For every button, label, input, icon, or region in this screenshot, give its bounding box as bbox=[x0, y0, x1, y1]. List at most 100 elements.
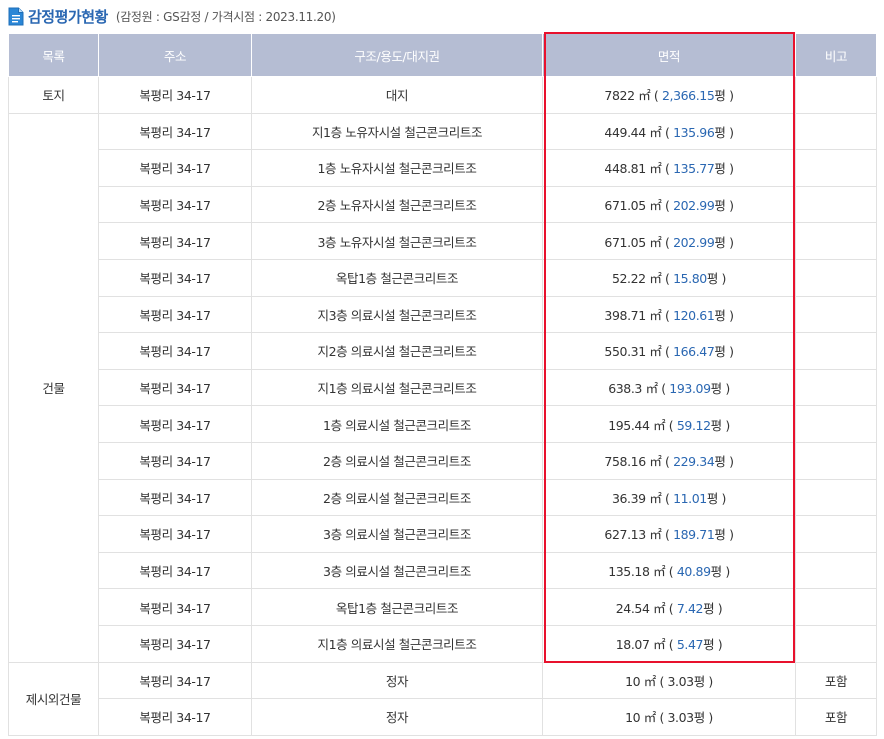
pyeong-unit: 평 bbox=[714, 454, 726, 470]
category-cell: 토지 bbox=[8, 76, 99, 114]
pyeong-value[interactable]: 135.77 bbox=[673, 161, 715, 176]
area-cell: 195.44 ㎡ ( 59.12평 ) bbox=[542, 405, 796, 443]
pyeong-value[interactable]: 11.01 bbox=[673, 491, 707, 506]
address-cell: 복평리 34-17 bbox=[98, 551, 252, 590]
area-value: 449.44 bbox=[604, 124, 646, 140]
address-cell: 복평리 34-17 bbox=[98, 112, 252, 151]
pyeong-value[interactable]: 2,366.15 bbox=[662, 88, 715, 103]
area-cell: 24.54 ㎡ ( 7.42평 ) bbox=[542, 588, 796, 626]
area-value: 758.16 bbox=[604, 454, 646, 470]
note-cell: 포함 bbox=[795, 698, 877, 736]
note-cell bbox=[795, 405, 877, 443]
address-cell: 복평리 34-17 bbox=[98, 149, 252, 187]
note-cell bbox=[795, 295, 877, 334]
pyeong-unit: 평 bbox=[714, 198, 726, 214]
area-value: 10 bbox=[625, 673, 641, 689]
category-cell: 제시외건물 bbox=[8, 661, 99, 736]
pyeong-unit: 평 bbox=[710, 417, 723, 433]
structure-cell: 지2층 의료시설 철근콘크리트조 bbox=[251, 332, 543, 370]
pyeong-unit: 평 bbox=[714, 344, 726, 360]
area-value: 627.13 bbox=[604, 527, 646, 543]
pyeong-value: 3.03 bbox=[667, 673, 695, 689]
pyeong-value[interactable]: 135.96 bbox=[673, 125, 715, 140]
note-cell bbox=[795, 478, 877, 517]
area-value: 52.22 bbox=[611, 271, 646, 287]
area-unit: ㎡ bbox=[653, 564, 666, 580]
column-header-note: 비고 bbox=[795, 33, 877, 77]
structure-cell: 3층 의료시설 철근콘크리트조 bbox=[251, 551, 543, 590]
area-unit: ㎡ bbox=[649, 124, 662, 140]
table-row: 토지 복평리 34-17 대지 7822 ㎡ ( 2,366.15평 ) bbox=[8, 76, 877, 114]
structure-cell: 2층 의료시설 철근콘크리트조 bbox=[251, 478, 543, 517]
structure-cell: 3층 노유자시설 철근콘크리트조 bbox=[251, 222, 543, 260]
structure-cell: 정자 bbox=[251, 698, 543, 736]
area-cell: 7822 ㎡ ( 2,366.15평 ) bbox=[542, 76, 796, 114]
pyeong-value[interactable]: 7.42 bbox=[677, 601, 704, 616]
address-cell: 복평리 34-17 bbox=[98, 588, 252, 626]
address-cell: 복평리 34-17 bbox=[98, 258, 252, 297]
structure-cell: 1층 의료시설 철근콘크리트조 bbox=[251, 405, 543, 443]
area-unit: ㎡ bbox=[645, 381, 659, 397]
area-cell: 52.22 ㎡ ( 15.80평 ) bbox=[542, 258, 796, 297]
table-row: 복평리 34-17 정자 10 ㎡ ( 3.03평 ) 포함 bbox=[9, 698, 877, 736]
pyeong-value[interactable]: 40.89 bbox=[677, 564, 711, 579]
note-cell bbox=[795, 624, 877, 663]
area-value: 135.18 bbox=[608, 564, 650, 580]
pyeong-unit: 평 bbox=[693, 710, 706, 726]
area-cell: 671.05 ㎡ ( 202.99평 ) bbox=[542, 222, 796, 260]
structure-cell: 지1층 노유자시설 철근콘크리트조 bbox=[251, 112, 543, 151]
table-row: 복평리 34-17 3층 의료시설 철근콘크리트조 135.18 ㎡ ( 40.89… bbox=[9, 551, 877, 590]
note-cell bbox=[795, 222, 877, 260]
pyeong-value[interactable]: 5.47 bbox=[677, 637, 704, 652]
structure-cell: 지3층 의료시설 철근콘크리트조 bbox=[251, 295, 543, 334]
area-cell: 18.07 ㎡ ( 5.47평 ) bbox=[542, 624, 796, 663]
pyeong-unit: 평 bbox=[714, 234, 726, 250]
table-row: 복평리 34-17 옥탑1층 철근콘크리트조 24.54 ㎡ ( 7.42평 ) bbox=[9, 588, 877, 626]
area-unit: ㎡ bbox=[649, 344, 662, 360]
structure-cell: 3층 의료시설 철근콘크리트조 bbox=[251, 515, 543, 553]
table-row: 복평리 34-17 지2층 의료시설 철근콘크리트조 550.31 ㎡ ( 166.… bbox=[9, 332, 877, 370]
category-cell: 건물 bbox=[8, 112, 99, 663]
pyeong-value[interactable]: 59.12 bbox=[677, 418, 711, 433]
pyeong-value[interactable]: 15.80 bbox=[673, 271, 707, 286]
area-unit: ㎡ bbox=[643, 710, 657, 726]
column-header-address: 주소 bbox=[98, 33, 252, 77]
area-value: 448.81 bbox=[604, 161, 646, 177]
area-unit: ㎡ bbox=[653, 600, 666, 616]
table-row: 복평리 34-17 3층 노유자시설 철근콘크리트조 671.05 ㎡ ( 202.… bbox=[9, 222, 877, 260]
pyeong-unit: 평 bbox=[714, 88, 726, 104]
pyeong-unit: 평 bbox=[714, 527, 726, 543]
structure-cell: 지1층 의료시설 철근콘크리트조 bbox=[251, 624, 543, 663]
pyeong-value: 3.03 bbox=[667, 710, 695, 726]
pyeong-value[interactable]: 120.61 bbox=[673, 308, 715, 323]
table-row: 복평리 34-17 지1층 의료시설 철근콘크리트조 638.3 ㎡ ( 193.0… bbox=[9, 368, 877, 407]
address-cell: 복평리 34-17 bbox=[98, 515, 252, 553]
pyeong-value[interactable]: 202.99 bbox=[673, 235, 715, 250]
note-cell bbox=[795, 441, 877, 480]
note-cell bbox=[795, 368, 877, 407]
area-cell: 36.39 ㎡ ( 11.01평 ) bbox=[542, 478, 796, 517]
pyeong-unit: 평 bbox=[710, 564, 723, 580]
address-cell: 복평리 34-17 bbox=[98, 661, 252, 700]
pyeong-value[interactable]: 229.34 bbox=[673, 454, 715, 469]
area-unit: ㎡ bbox=[649, 198, 662, 214]
area-cell: 448.81 ㎡ ( 135.77평 ) bbox=[542, 149, 796, 187]
pyeong-value[interactable]: 189.71 bbox=[673, 527, 715, 542]
area-unit: ㎡ bbox=[649, 307, 662, 323]
structure-cell: 대지 bbox=[251, 76, 543, 114]
note-cell bbox=[795, 112, 877, 151]
pyeong-unit: 평 bbox=[693, 673, 706, 689]
structure-cell: 옥탑1층 철근콘크리트조 bbox=[251, 588, 543, 626]
pyeong-value[interactable]: 193.09 bbox=[669, 381, 711, 396]
structure-cell: 옥탑1층 철근콘크리트조 bbox=[251, 258, 543, 297]
pyeong-value[interactable]: 202.99 bbox=[673, 198, 715, 213]
pyeong-unit: 평 bbox=[706, 490, 719, 506]
address-cell: 복평리 34-17 bbox=[98, 624, 252, 663]
area-unit: ㎡ bbox=[649, 490, 662, 506]
structure-cell: 1층 노유자시설 철근콘크리트조 bbox=[251, 149, 543, 187]
pyeong-value[interactable]: 166.47 bbox=[673, 344, 715, 359]
note-cell bbox=[795, 76, 877, 114]
area-cell: 627.13 ㎡ ( 189.71평 ) bbox=[542, 515, 796, 553]
note-cell bbox=[795, 258, 877, 297]
note-cell bbox=[795, 515, 877, 553]
